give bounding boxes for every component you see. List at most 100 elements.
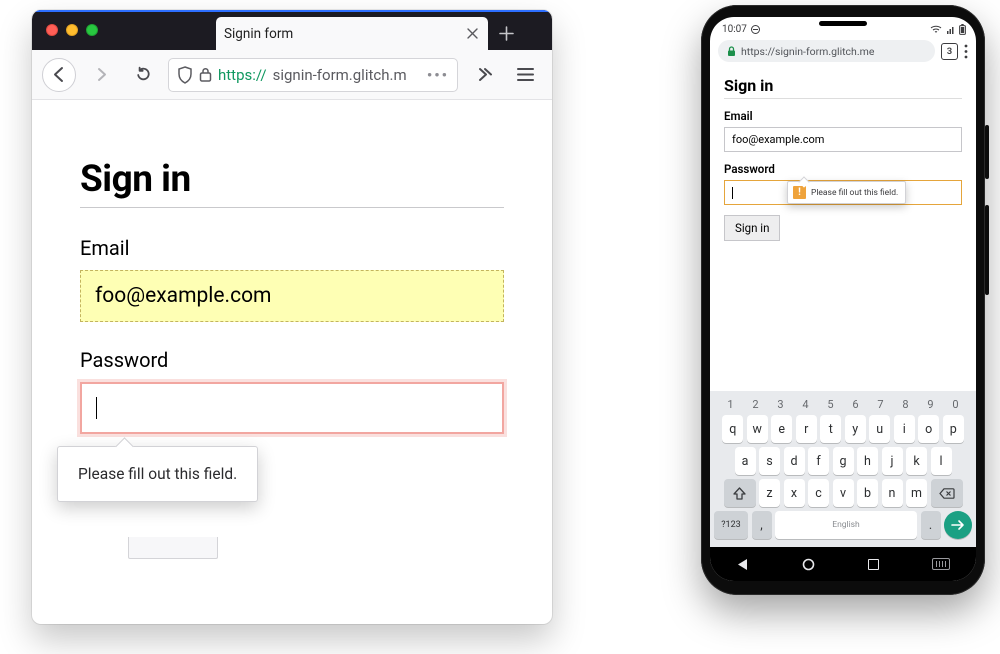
address-bar[interactable]: https://signin-form.glitch.me bbox=[718, 40, 935, 62]
key-c[interactable]: c bbox=[808, 479, 829, 507]
keyboard-row-4: ?123 , English . bbox=[714, 511, 972, 539]
new-tab-button[interactable] bbox=[490, 17, 522, 49]
speaker-grille bbox=[819, 21, 867, 26]
shift-key[interactable] bbox=[724, 479, 756, 507]
signin-button-obscured[interactable] bbox=[128, 537, 218, 559]
keyboard-hint: 6 bbox=[852, 398, 858, 411]
signal-icon bbox=[946, 25, 955, 34]
key-b[interactable]: b bbox=[857, 479, 878, 507]
key-r[interactable]: r bbox=[796, 415, 817, 443]
key-a[interactable]: a bbox=[735, 447, 756, 475]
keyboard-hint: 7 bbox=[877, 398, 883, 411]
lock-icon bbox=[199, 67, 212, 82]
reload-button[interactable] bbox=[126, 58, 160, 92]
warning-icon: ! bbox=[793, 186, 806, 199]
key-k[interactable]: k bbox=[906, 447, 927, 475]
go-key[interactable] bbox=[944, 511, 972, 539]
key-o[interactable]: o bbox=[918, 415, 939, 443]
overflow-button[interactable] bbox=[466, 58, 500, 92]
period-key[interactable]: . bbox=[921, 511, 941, 539]
soft-keyboard: 1234567890 qwertyuiop asdfghjkl zxcvbnm … bbox=[710, 391, 976, 547]
validation-tooltip: Please fill out this field. bbox=[57, 446, 258, 502]
password-field[interactable] bbox=[80, 382, 504, 434]
password-label: Password bbox=[724, 162, 962, 176]
volume-button[interactable] bbox=[985, 205, 989, 295]
key-g[interactable]: g bbox=[833, 447, 854, 475]
key-j[interactable]: j bbox=[882, 447, 903, 475]
comma-key[interactable]: , bbox=[752, 511, 772, 539]
page-title: Sign in bbox=[724, 76, 962, 95]
keyboard-hints-row: 1234567890 bbox=[714, 396, 972, 415]
shield-icon bbox=[177, 66, 193, 84]
key-s[interactable]: s bbox=[759, 447, 780, 475]
email-label: Email bbox=[80, 236, 504, 260]
text-cursor bbox=[96, 397, 97, 419]
url-text: https://signin-form.glitch.me bbox=[741, 45, 874, 58]
keyboard-row-1: qwertyuiop bbox=[714, 415, 972, 443]
key-p[interactable]: p bbox=[943, 415, 964, 443]
signin-button[interactable]: Sign in bbox=[724, 215, 780, 241]
space-label: English bbox=[832, 520, 860, 530]
keyboard-hint: 9 bbox=[927, 398, 933, 411]
power-button[interactable] bbox=[985, 125, 989, 179]
url-host: signin-form.glitch.m bbox=[273, 66, 407, 84]
battery-icon bbox=[959, 24, 966, 35]
key-q[interactable]: q bbox=[722, 415, 743, 443]
key-f[interactable]: f bbox=[808, 447, 829, 475]
browser-toolbar: https://signin-form.glitch.me 3 bbox=[710, 36, 976, 68]
validation-tooltip: ! Please fill out this field. bbox=[787, 181, 906, 204]
key-x[interactable]: x bbox=[784, 479, 805, 507]
validation-message: Please fill out this field. bbox=[78, 465, 237, 483]
zoom-window-button[interactable] bbox=[86, 24, 98, 36]
page-title: Sign in bbox=[80, 158, 504, 201]
key-n[interactable]: n bbox=[882, 479, 903, 507]
key-h[interactable]: h bbox=[857, 447, 878, 475]
keyboard-switch-icon[interactable] bbox=[932, 558, 950, 570]
tab-count: 3 bbox=[947, 46, 952, 57]
tab-title: Signin form bbox=[224, 26, 293, 42]
key-z[interactable]: z bbox=[759, 479, 780, 507]
tab-switcher-button[interactable]: 3 bbox=[941, 43, 958, 60]
key-w[interactable]: w bbox=[747, 415, 768, 443]
address-bar[interactable]: https:// signin-form.glitch.m ••• bbox=[168, 58, 458, 92]
phone-screen: 10:07 https://signin-form.glitch.me 3 bbox=[710, 17, 976, 581]
minimize-window-button[interactable] bbox=[66, 24, 78, 36]
keyboard-row-2: asdfghjkl bbox=[714, 447, 972, 475]
keyboard-hint: 5 bbox=[827, 398, 833, 411]
page-content: Sign in Email Password Sign in ! Please … bbox=[710, 68, 976, 241]
key-u[interactable]: u bbox=[869, 415, 890, 443]
back-button[interactable] bbox=[42, 58, 76, 92]
key-m[interactable]: m bbox=[906, 479, 927, 507]
key-t[interactable]: t bbox=[820, 415, 841, 443]
password-label: Password bbox=[80, 348, 504, 372]
forward-button[interactable] bbox=[84, 58, 118, 92]
menu-button[interactable] bbox=[964, 44, 968, 59]
back-nav-button[interactable] bbox=[736, 558, 749, 571]
status-bar: 10:07 bbox=[710, 17, 976, 36]
browser-tab[interactable]: Signin form bbox=[216, 17, 488, 50]
recents-nav-button[interactable] bbox=[868, 559, 879, 570]
key-i[interactable]: i bbox=[894, 415, 915, 443]
close-tab-icon[interactable] bbox=[464, 26, 480, 42]
window-controls bbox=[32, 10, 106, 50]
key-l[interactable]: l bbox=[931, 447, 952, 475]
page-actions-icon[interactable]: ••• bbox=[427, 66, 449, 84]
key-e[interactable]: e bbox=[771, 415, 792, 443]
symbols-key[interactable]: ?123 bbox=[714, 511, 748, 539]
email-field[interactable] bbox=[724, 127, 962, 152]
close-window-button[interactable] bbox=[46, 24, 58, 36]
browser-toolbar: https:// signin-form.glitch.m ••• bbox=[32, 50, 552, 100]
menu-button[interactable] bbox=[508, 58, 542, 92]
space-key[interactable]: English bbox=[775, 511, 917, 539]
home-nav-button[interactable] bbox=[802, 558, 815, 571]
validation-message: Please fill out this field. bbox=[811, 188, 898, 198]
email-field[interactable] bbox=[80, 270, 504, 322]
key-y[interactable]: y bbox=[845, 415, 866, 443]
url-scheme: https:// bbox=[218, 66, 267, 84]
keyboard-hint: 8 bbox=[902, 398, 908, 411]
divider bbox=[724, 98, 962, 99]
page-content: Sign in Email Password bbox=[32, 100, 552, 434]
key-v[interactable]: v bbox=[833, 479, 854, 507]
key-d[interactable]: d bbox=[784, 447, 805, 475]
backspace-key[interactable] bbox=[931, 479, 963, 507]
